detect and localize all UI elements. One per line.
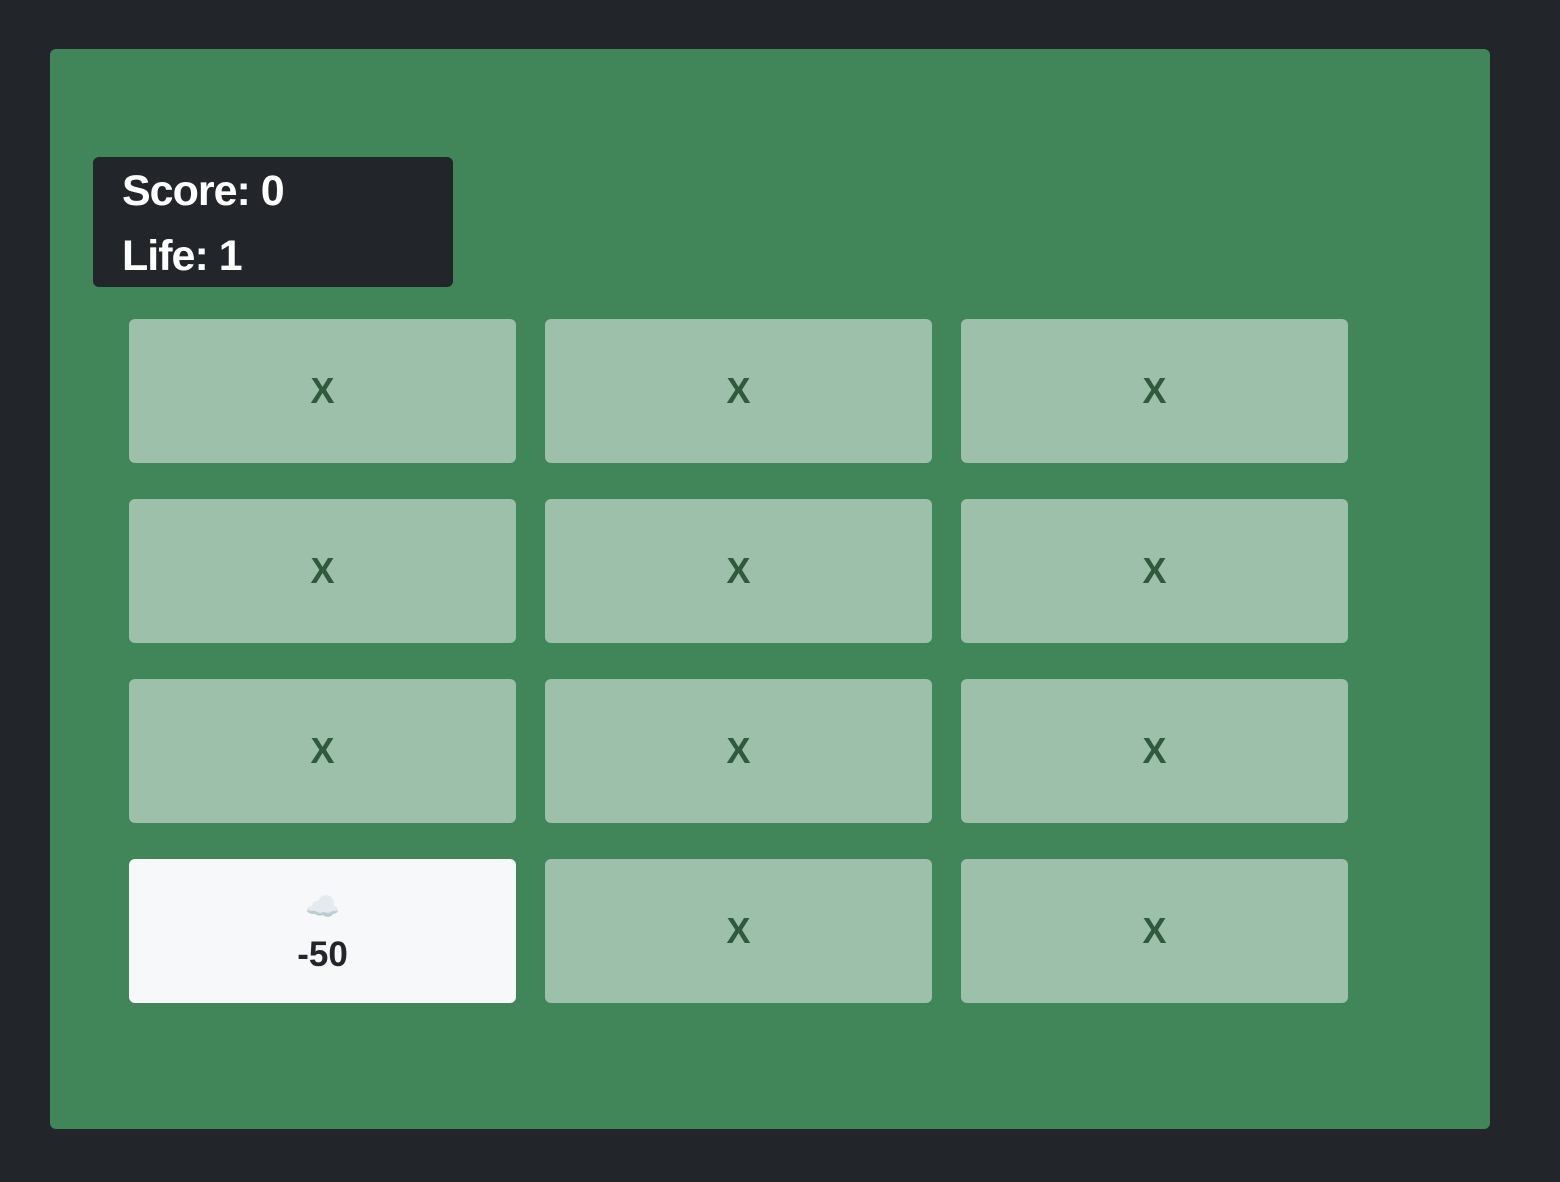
life-label: Life: 1 bbox=[122, 232, 243, 280]
tile-6[interactable]: X bbox=[961, 499, 1348, 643]
tile-mark: X bbox=[1142, 550, 1167, 591]
tile-9[interactable]: X bbox=[961, 679, 1348, 823]
tile-mark: X bbox=[1142, 730, 1167, 771]
tile-mark: X bbox=[310, 370, 335, 411]
tile-7[interactable]: X bbox=[129, 679, 516, 823]
tile-5[interactable]: X bbox=[545, 499, 932, 643]
tile-11[interactable]: X bbox=[545, 859, 932, 1003]
tile-4[interactable]: X bbox=[129, 499, 516, 643]
tile-mark: X bbox=[726, 910, 751, 951]
tile-grid: X X X X X X X X X ☁️ -50 X X bbox=[129, 319, 1348, 1003]
tile-1[interactable]: X bbox=[129, 319, 516, 463]
score-label: Score: 0 bbox=[122, 167, 285, 215]
status-panel: Score: 0 Life: 1 bbox=[93, 157, 453, 287]
tile-mark: X bbox=[726, 730, 751, 771]
tile-mark: X bbox=[1142, 910, 1167, 951]
tile-value: -50 bbox=[297, 935, 348, 974]
tile-12[interactable]: X bbox=[961, 859, 1348, 1003]
tile-8[interactable]: X bbox=[545, 679, 932, 823]
tile-mark: X bbox=[310, 550, 335, 591]
tile-mark: X bbox=[1142, 370, 1167, 411]
tile-mark: X bbox=[726, 370, 751, 411]
tile-mark: X bbox=[726, 550, 751, 591]
tile-3[interactable]: X bbox=[961, 319, 1348, 463]
cloud-icon: ☁️ bbox=[305, 891, 340, 922]
game-board: Score: 0 Life: 1 X X X X X X X X X ☁️ -5… bbox=[50, 49, 1490, 1129]
tile-10-revealed[interactable]: ☁️ -50 bbox=[129, 859, 516, 1003]
tile-2[interactable]: X bbox=[545, 319, 932, 463]
tile-mark: X bbox=[310, 730, 335, 771]
